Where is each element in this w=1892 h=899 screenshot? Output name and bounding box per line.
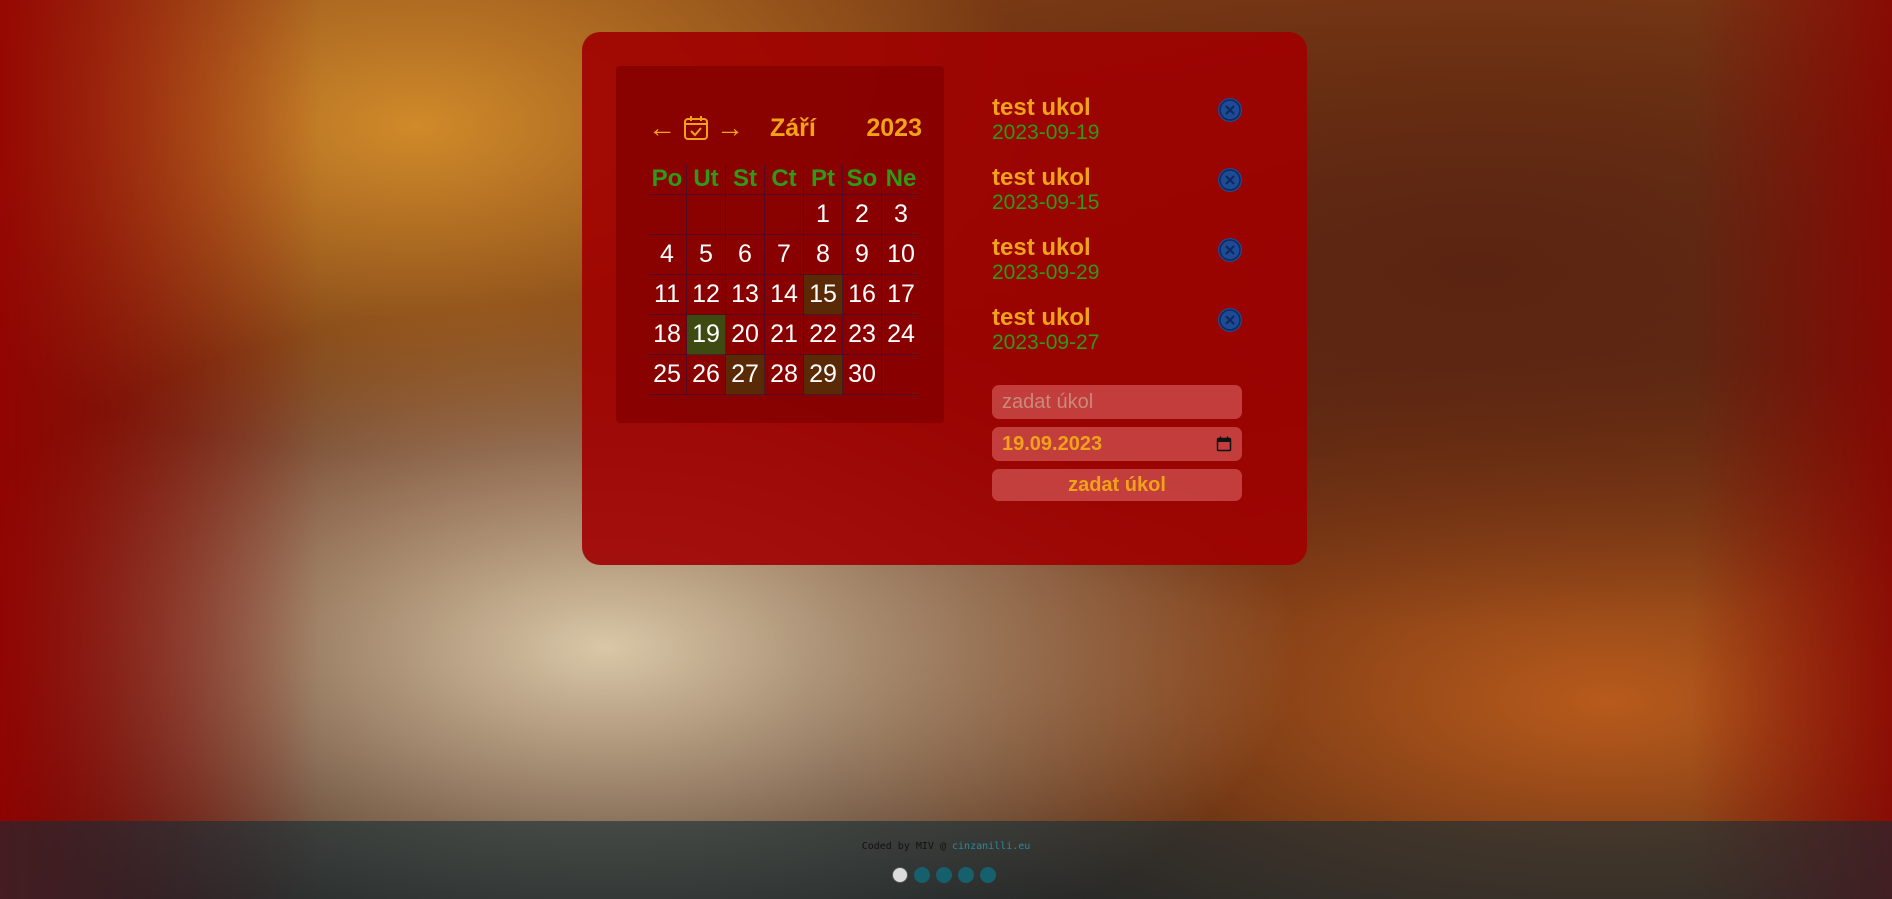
calendar-day[interactable]: 20 — [725, 314, 765, 355]
calendar-day[interactable]: 4 — [648, 234, 687, 275]
calendar-empty-cell — [764, 194, 804, 235]
task-form: 19.09.2023 zadat úkol — [992, 385, 1242, 501]
calendar-day[interactable]: 7 — [764, 234, 804, 275]
task-name: test ukol — [992, 234, 1091, 261]
calendar: ← → Září 2023 Po Ut St Ct Pt So Ne 1 2 3 4 5 6 7 8 9 10… — [616, 66, 944, 423]
calendar-picker-icon[interactable] — [1216, 436, 1232, 452]
weekday-header: So — [842, 164, 882, 195]
task-name: test ukol — [992, 304, 1091, 331]
calendar-empty-cell — [648, 194, 687, 235]
background-vignette-left — [0, 0, 320, 899]
background-vignette-right — [1692, 0, 1892, 899]
task-input[interactable] — [992, 385, 1242, 419]
weekday-header: St — [725, 164, 765, 195]
calendar-empty-cell — [686, 194, 726, 235]
date-field[interactable]: 19.09.2023 — [992, 427, 1242, 461]
calendar-day[interactable]: 6 — [725, 234, 765, 275]
website-icon[interactable] — [980, 867, 996, 883]
calendar-day[interactable]: 24 — [881, 314, 920, 355]
calendar-week: 25 26 27 28 29 30 — [648, 354, 920, 395]
calendar-empty-cell — [881, 354, 920, 395]
weekday-header: Ne — [881, 164, 920, 195]
task-name: test ukol — [992, 164, 1091, 191]
delete-task-icon[interactable] — [1218, 308, 1242, 332]
calendar-week: 11 12 13 14 15 16 17 — [648, 274, 920, 315]
calendar-week: 18 19 20 21 22 23 24 — [648, 314, 920, 355]
task-item: test ukol 2023-09-19 — [992, 94, 1252, 164]
task-item: test ukol 2023-09-27 — [992, 304, 1252, 374]
calendar-day[interactable]: 18 — [648, 314, 687, 355]
weekday-header: Po — [648, 164, 687, 195]
calendar-day[interactable]: 21 — [764, 314, 804, 355]
calendar-day[interactable]: 19 — [686, 314, 726, 355]
calendar-day[interactable]: 8 — [803, 234, 843, 275]
calendar-day[interactable]: 26 — [686, 354, 726, 395]
calendar-day[interactable]: 5 — [686, 234, 726, 275]
year-label: 2023 — [866, 113, 922, 142]
calendar-day[interactable]: 11 — [648, 274, 687, 315]
codepen-icon[interactable] — [936, 867, 952, 883]
month-label: Září — [770, 113, 816, 142]
main-panel: ← → Září 2023 Po Ut St Ct Pt So Ne 1 2 3 4 5 6 7 8 9 10… — [582, 32, 1307, 565]
credit-text: Coded by MIV @ cinzanilli.eu — [0, 841, 1892, 852]
calendar-day[interactable]: 22 — [803, 314, 843, 355]
calendar-day[interactable]: 16 — [842, 274, 882, 315]
footer: Coded by MIV @ cinzanilli.eu — [0, 821, 1892, 899]
date-value: 19.09.2023 — [1002, 432, 1103, 455]
task-item: test ukol 2023-09-15 — [992, 164, 1252, 234]
calendar-day[interactable]: 9 — [842, 234, 882, 275]
calendar-grid: Po Ut St Ct Pt So Ne 1 2 3 4 5 6 7 8 9 10 11 12 13 14 15 16 17… — [648, 164, 920, 395]
calendar-week: 4 5 6 7 8 9 10 — [648, 234, 920, 275]
credit-prefix: Coded by MIV @ — [861, 841, 946, 852]
github-icon[interactable] — [914, 867, 930, 883]
delete-task-icon[interactable] — [1218, 238, 1242, 262]
task-date: 2023-09-27 — [992, 331, 1100, 354]
next-month-button[interactable]: → — [716, 114, 744, 142]
calendar-empty-cell — [725, 194, 765, 235]
calendar-day[interactable]: 3 — [881, 194, 920, 235]
weekday-header: Ct — [764, 164, 804, 195]
calendar-nav: ← → Září 2023 — [648, 108, 922, 148]
calendar-day[interactable]: 10 — [881, 234, 920, 275]
calendar-day[interactable]: 13 — [725, 274, 765, 315]
credit-link[interactable]: cinzanilli.eu — [952, 841, 1030, 852]
calendar-day[interactable]: 17 — [881, 274, 920, 315]
task-date: 2023-09-19 — [992, 121, 1100, 144]
calendar-today-icon[interactable] — [682, 114, 710, 142]
author-avatar-icon[interactable] — [892, 867, 908, 883]
delete-task-icon[interactable] — [1218, 168, 1242, 192]
linkedin-icon[interactable] — [958, 867, 974, 883]
calendar-day[interactable]: 25 — [648, 354, 687, 395]
weekday-header: Pt — [803, 164, 843, 195]
task-date: 2023-09-15 — [992, 191, 1100, 214]
task-list: test ukol 2023-09-19 test ukol 2023-09-15 te… — [992, 94, 1252, 374]
calendar-day[interactable]: 28 — [764, 354, 804, 395]
prev-month-button[interactable]: ← — [648, 114, 676, 142]
calendar-day[interactable]: 12 — [686, 274, 726, 315]
task-name: test ukol — [992, 94, 1091, 121]
social-links — [892, 867, 996, 883]
task-item: test ukol 2023-09-29 — [992, 234, 1252, 304]
delete-task-icon[interactable] — [1218, 98, 1242, 122]
submit-task-button[interactable]: zadat úkol — [992, 469, 1242, 501]
weekday-header: Ut — [686, 164, 726, 195]
calendar-day[interactable]: 29 — [803, 354, 843, 395]
task-date: 2023-09-29 — [992, 261, 1100, 284]
calendar-day[interactable]: 30 — [842, 354, 882, 395]
calendar-day[interactable]: 2 — [842, 194, 882, 235]
calendar-week: 123 — [648, 194, 920, 235]
calendar-day[interactable]: 14 — [764, 274, 804, 315]
calendar-day[interactable]: 15 — [803, 274, 843, 315]
calendar-day[interactable]: 23 — [842, 314, 882, 355]
calendar-day[interactable]: 1 — [803, 194, 843, 235]
calendar-day[interactable]: 27 — [725, 354, 765, 395]
